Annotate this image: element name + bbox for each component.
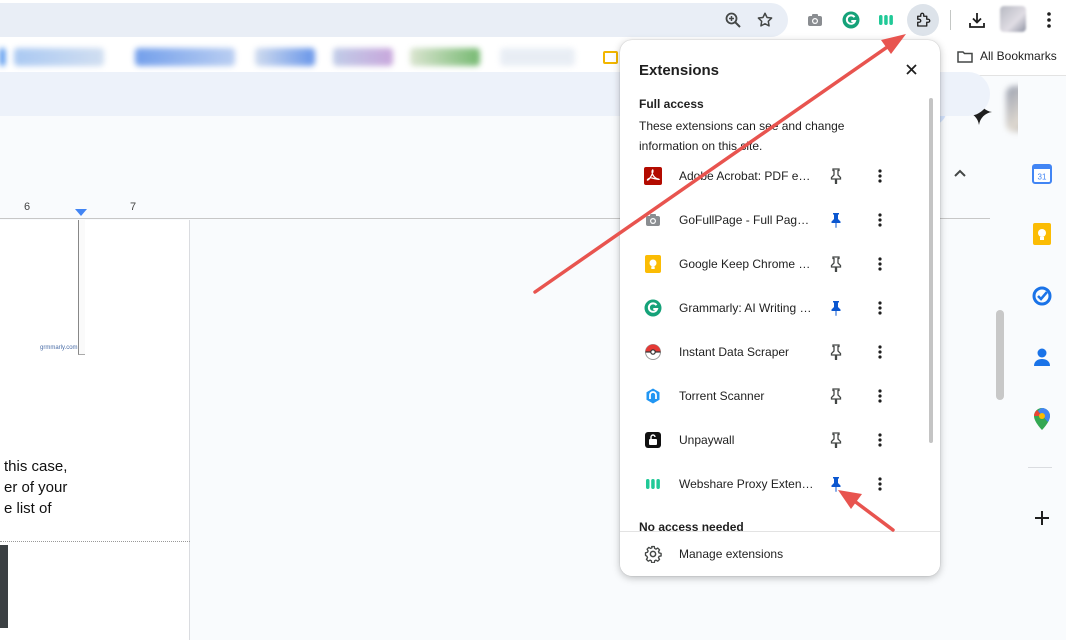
extension-row[interactable]: Adobe Acrobat: PDF edit, convert, sign t… — [620, 154, 926, 198]
extension-row[interactable]: Instant Data Scraper — [620, 330, 926, 374]
more-options-icon[interactable] — [871, 299, 889, 317]
full-access-heading: Full access — [639, 97, 704, 111]
all-bookmarks-button[interactable]: All Bookmarks — [957, 49, 1057, 63]
embedded-image-dark[interactable] — [0, 545, 8, 628]
bookmark-item[interactable] — [255, 48, 315, 66]
grammarly-extension-icon[interactable] — [839, 8, 863, 32]
keep-icon[interactable] — [1030, 222, 1054, 246]
tasks-icon[interactable] — [1030, 284, 1054, 308]
more-options-icon[interactable] — [871, 431, 889, 449]
manage-extensions-button[interactable]: Manage extensions — [620, 531, 940, 576]
bookmark-item[interactable] — [500, 48, 575, 66]
maps-icon[interactable] — [1030, 407, 1054, 431]
embedded-image[interactable] — [78, 220, 85, 355]
folder-bookmark-icon[interactable] — [603, 51, 618, 64]
extension-name: Unpaywall — [679, 433, 735, 447]
add-icon[interactable] — [1030, 506, 1054, 530]
ruler-mark: 6 — [24, 201, 31, 213]
pin-icon[interactable] — [827, 255, 845, 273]
extension-name: Adobe Acrobat: PDF edit, convert, sign t… — [679, 169, 815, 183]
pin-icon[interactable] — [827, 431, 845, 449]
profile-avatar[interactable] — [1000, 6, 1026, 32]
pinned-icon[interactable] — [827, 475, 845, 493]
grammarly-icon — [644, 299, 662, 317]
bookmark-item[interactable] — [0, 48, 5, 66]
zoom-icon[interactable] — [721, 8, 745, 32]
gear-icon — [644, 545, 662, 568]
folder-icon — [957, 50, 973, 63]
camera-icon — [644, 211, 662, 229]
webshare-extension-icon[interactable] — [874, 8, 898, 32]
bookmark-item[interactable] — [14, 48, 104, 66]
extension-name: Google Keep Chrome Extension — [679, 257, 815, 271]
calendar-icon[interactable]: 31 — [1030, 162, 1054, 186]
extensions-puzzle-icon[interactable] — [907, 4, 939, 36]
pinned-icon[interactable] — [827, 299, 845, 317]
document-text[interactable]: this case, er of your e list of — [4, 456, 67, 519]
google-keep-icon — [644, 255, 662, 273]
bookmark-star-icon[interactable] — [753, 8, 777, 32]
extension-name: Instant Data Scraper — [679, 345, 790, 359]
page-break-line — [0, 541, 190, 542]
pinned-icon[interactable] — [827, 211, 845, 229]
ruler-mark: 7 — [130, 201, 137, 213]
extension-row[interactable]: Webshare Proxy Extension — [620, 462, 926, 506]
more-options-icon[interactable] — [871, 211, 889, 229]
document-scrollbar[interactable] — [996, 310, 1004, 400]
extension-row[interactable]: Google Keep Chrome Extension — [620, 242, 926, 286]
extension-name: Torrent Scanner — [679, 389, 765, 403]
adobe-acrobat-icon — [644, 167, 662, 185]
webshare-icon — [644, 475, 662, 493]
extension-name: GoFullPage - Full Page Screen Capture — [679, 213, 815, 227]
pin-icon[interactable] — [827, 343, 845, 361]
more-options-icon[interactable] — [871, 387, 889, 405]
indent-marker-icon[interactable] — [75, 209, 87, 217]
camera-extension-icon[interactable] — [803, 8, 827, 32]
toolbar-divider — [950, 10, 951, 30]
text-line: e list of — [4, 500, 52, 517]
manage-extensions-label: Manage extensions — [679, 547, 784, 561]
all-bookmarks-label: All Bookmarks — [980, 49, 1057, 63]
bookmark-item[interactable] — [410, 48, 480, 66]
address-bar[interactable] — [0, 3, 788, 37]
browser-toolbar — [0, 0, 1066, 40]
full-access-description: These extensions can see and change info… — [639, 119, 845, 153]
download-icon[interactable] — [965, 8, 989, 32]
more-options-icon[interactable] — [871, 343, 889, 361]
bookmark-item[interactable] — [135, 48, 235, 66]
bookmark-item[interactable] — [333, 48, 393, 66]
extension-list: Adobe Acrobat: PDF edit, convert, sign t… — [620, 154, 926, 506]
more-options-icon[interactable] — [871, 255, 889, 273]
extension-row[interactable]: Torrent Scanner — [620, 374, 926, 418]
more-options-icon[interactable] — [871, 475, 889, 493]
unlock-icon — [644, 431, 662, 449]
pokeball-icon — [644, 343, 662, 361]
more-options-icon[interactable] — [871, 167, 889, 185]
side-panel-divider — [1028, 467, 1052, 468]
extension-row[interactable]: GoFullPage - Full Page Screen Capture — [620, 198, 926, 242]
contacts-icon[interactable] — [1030, 345, 1054, 369]
chevron-up-icon[interactable] — [950, 163, 970, 188]
extensions-popup: Extensions Full access These extensions … — [620, 40, 940, 576]
torrent-scanner-icon — [644, 387, 662, 405]
popup-title: Extensions — [639, 62, 720, 79]
document-page[interactable] — [0, 220, 190, 640]
extension-row[interactable]: Grammarly: AI Writing and Grammar Checke… — [620, 286, 926, 330]
extension-name: Webshare Proxy Extension — [679, 477, 815, 491]
extension-name: Grammarly: AI Writing and Grammar Checke… — [679, 301, 815, 315]
pin-icon[interactable] — [827, 167, 845, 185]
text-line: er of your — [4, 479, 68, 496]
close-icon[interactable] — [901, 59, 921, 79]
pin-icon[interactable] — [827, 387, 845, 405]
more-menu-icon[interactable] — [1037, 8, 1061, 32]
popup-scrollbar[interactable] — [929, 98, 933, 443]
image-watermark: grmmarly.com — [40, 345, 78, 351]
svg-text:31: 31 — [1038, 173, 1047, 182]
extension-row[interactable]: Unpaywall — [620, 418, 926, 462]
side-panel: 31 — [1018, 77, 1066, 627]
text-line: this case, — [4, 458, 68, 475]
